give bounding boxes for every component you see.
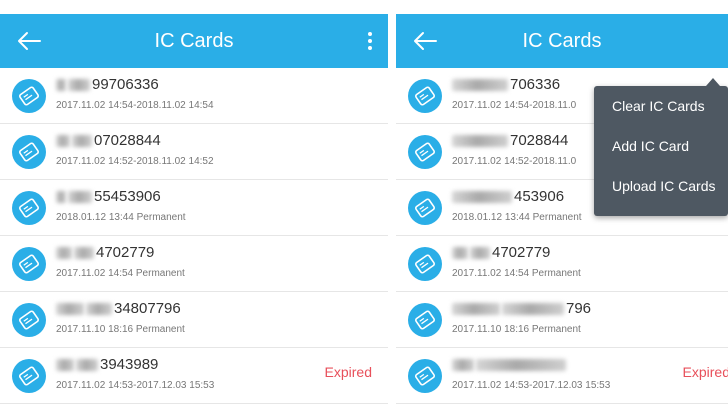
ic-card-icon [12, 303, 46, 337]
ic-card-icon [12, 79, 46, 113]
card-number: 07028844 [94, 132, 161, 149]
ic-card-icon [408, 359, 442, 393]
overflow-menu: Clear IC Cards Add IC Card Upload IC Car… [594, 78, 728, 216]
card-row[interactable]: 3943989 2017.11.02 14:53-2017.12.03 15:5… [0, 348, 388, 404]
card-number: 3943989 [100, 356, 159, 373]
card-number: 796 [566, 300, 592, 317]
card-row[interactable]: 99706336 2017.11.02 14:54-2018.11.02 14:… [0, 68, 388, 124]
card-validity: 2018.01.12 13:44 Permanent [452, 212, 582, 223]
card-row[interactable]: 55453906 2018.01.12 13:44 Permanent [0, 180, 388, 236]
menu-caret [706, 78, 720, 86]
ic-cards-screen-right: IC Cards 706336 2017.11.02 14:54-2018.11… [396, 0, 728, 405]
card-validity: 2017.11.10 18:16 Permanent [452, 324, 581, 335]
card-number: 99706336 [92, 76, 159, 93]
card-validity: 2017.11.02 14:54-2018.11.02 14:54 [56, 100, 214, 111]
card-row[interactable]: 796 2017.11.10 18:16 Permanent [396, 292, 728, 348]
menu-item-upload-ic-cards[interactable]: Upload IC Cards [594, 166, 728, 206]
card-number: 4702779 [492, 244, 551, 261]
card-row[interactable]: 4702779 2017.11.02 14:54 Permanent [396, 236, 728, 292]
status-label: Expired [324, 364, 372, 380]
ic-cards-screen-left: IC Cards 99706336 2017.11.02 14:54-2018.… [0, 0, 388, 405]
card-validity: 2017.11.02 14:52-2018.11.02 14:52 [56, 156, 214, 167]
ic-card-icon [12, 247, 46, 281]
card-row[interactable]: 2017.11.02 14:53-2017.12.03 15:53 Expire… [396, 348, 728, 404]
card-list: 99706336 2017.11.02 14:54-2018.11.02 14:… [0, 68, 388, 404]
card-validity: 2018.01.12 13:44 Permanent [56, 212, 186, 223]
card-number: 55453906 [94, 188, 161, 205]
menu-item-add-ic-card[interactable]: Add IC Card [594, 126, 728, 166]
ic-card-icon [408, 247, 442, 281]
card-number: 706336 [510, 76, 561, 93]
menu-item-clear-ic-cards[interactable]: Clear IC Cards [594, 86, 728, 126]
card-validity: 2017.11.10 18:16 Permanent [56, 324, 185, 335]
page-title: IC Cards [522, 30, 602, 52]
card-row[interactable]: 07028844 2017.11.02 14:52-2018.11.02 14:… [0, 124, 388, 180]
card-validity: 2017.11.02 14:54-2018.11.0 [452, 100, 577, 111]
card-validity: 2017.11.02 14:54 Permanent [452, 268, 581, 279]
ic-card-icon [12, 359, 46, 393]
app-bar: IC Cards [396, 14, 728, 68]
card-validity: 2017.11.02 14:54 Permanent [56, 268, 185, 279]
ic-card-icon [12, 135, 46, 169]
ic-card-icon [12, 191, 46, 225]
card-number: 4702779 [96, 244, 155, 261]
more-vertical-icon[interactable] [364, 29, 376, 53]
card-validity: 2017.11.02 14:52-2018.11.0 [452, 156, 577, 167]
app-bar: IC Cards [0, 14, 388, 68]
card-validity: 2017.11.02 14:53-2017.12.03 15:53 [56, 380, 215, 391]
status-label: Expired [682, 364, 728, 380]
card-number: 7028844 [510, 132, 569, 149]
ic-card-icon [408, 191, 442, 225]
card-row[interactable]: 34807796 2017.11.10 18:16 Permanent [0, 292, 388, 348]
ic-card-icon [408, 303, 442, 337]
ic-card-icon [408, 135, 442, 169]
card-validity: 2017.11.02 14:53-2017.12.03 15:53 [452, 380, 611, 391]
card-number: 34807796 [114, 300, 181, 317]
card-row[interactable]: 4702779 2017.11.02 14:54 Permanent [0, 236, 388, 292]
card-number: 453906 [514, 188, 565, 205]
ic-card-icon [408, 79, 442, 113]
page-title: IC Cards [154, 30, 234, 52]
